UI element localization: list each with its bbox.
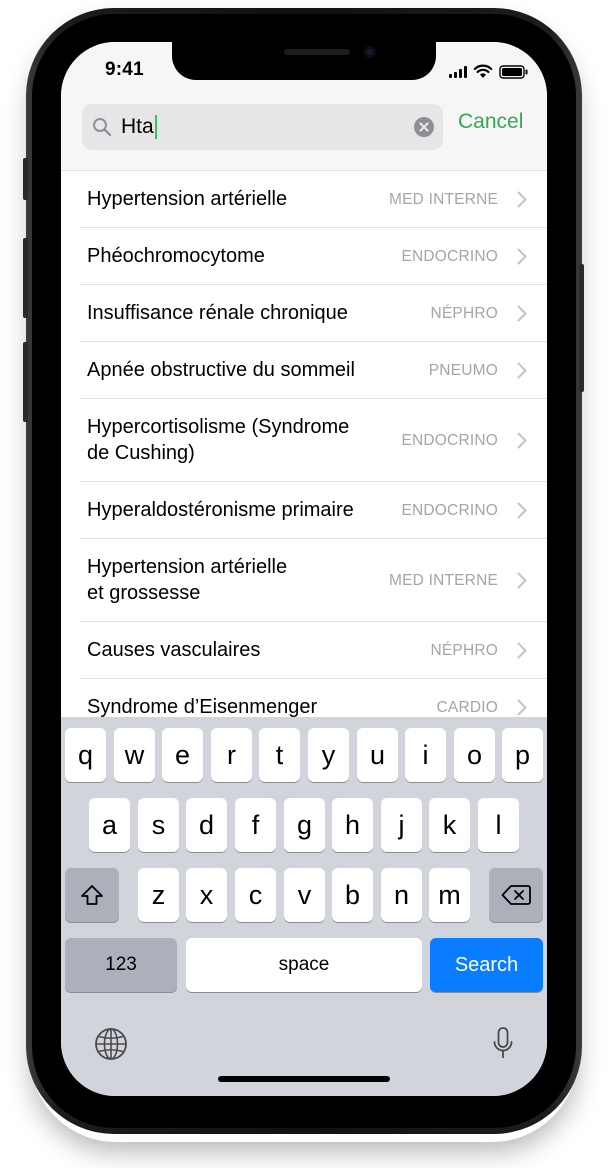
result-title: Hypercortisolisme (Syndrome [87, 416, 350, 438]
key-d[interactable]: d [186, 798, 227, 852]
battery-icon [499, 64, 528, 79]
results-list: Hypertension artérielle MED INTERNE Phéo… [61, 171, 547, 735]
search-input[interactable]: Hta [82, 104, 443, 150]
screen: 9:41 Hta Cancel Hypertension artérielle … [61, 42, 547, 1096]
key-v[interactable]: v [284, 868, 325, 922]
key-i[interactable]: i [405, 728, 446, 782]
result-category: ENDOCRINO [401, 502, 498, 519]
list-item[interactable]: Causes vasculaires NÉPHRO [80, 622, 547, 679]
chevron-right-icon [517, 305, 527, 322]
result-title: Hypertension artérielle [87, 556, 288, 578]
delete-key[interactable] [489, 868, 543, 922]
list-item[interactable]: Hypertension artérielle MED INTERNE [80, 171, 547, 228]
result-category: CARDIO [436, 699, 498, 716]
result-category: ENDOCRINO [401, 432, 498, 449]
globe-icon[interactable] [94, 1027, 128, 1061]
list-item[interactable]: Hypercortisolisme (Syndrome de Cushing) … [80, 399, 547, 482]
status-time: 9:41 [105, 59, 144, 80]
space-key[interactable]: space [186, 938, 422, 992]
search-header: Hta Cancel [61, 96, 547, 171]
key-a[interactable]: a [89, 798, 130, 852]
text-cursor [154, 115, 157, 139]
numbers-key[interactable]: 123 [65, 938, 177, 992]
side-button [579, 264, 584, 392]
signal-icon [449, 65, 467, 78]
result-title: Apnée obstructive du sommeil [87, 359, 355, 381]
volume-down-button [23, 342, 28, 422]
result-category: ENDOCRINO [401, 248, 498, 265]
microphone-icon[interactable] [492, 1026, 514, 1062]
key-m[interactable]: m [429, 868, 470, 922]
key-r[interactable]: r [211, 728, 252, 782]
notch [172, 42, 436, 80]
key-z[interactable]: z [138, 868, 179, 922]
mute-switch [23, 158, 28, 200]
list-item[interactable]: Apnée obstructive du sommeil PNEUMO [80, 342, 547, 399]
result-title-line2: de Cushing) [87, 442, 195, 464]
chevron-right-icon [517, 642, 527, 659]
key-f[interactable]: f [235, 798, 276, 852]
result-category: NÉPHRO [430, 642, 498, 659]
chevron-right-icon [517, 432, 527, 449]
chevron-right-icon [517, 502, 527, 519]
clear-icon[interactable] [414, 117, 434, 137]
key-g[interactable]: g [284, 798, 325, 852]
delete-icon [501, 885, 531, 905]
keyboard: q w e r t y u i o p a s d f g h j k l z … [61, 717, 547, 1096]
key-k[interactable]: k [429, 798, 470, 852]
chevron-right-icon [517, 248, 527, 265]
key-c[interactable]: c [235, 868, 276, 922]
key-x[interactable]: x [186, 868, 227, 922]
list-item[interactable]: Hyperaldostéronisme primaire ENDOCRINO [80, 482, 547, 539]
list-item[interactable]: Insuffisance rénale chronique NÉPHRO [80, 285, 547, 342]
key-n[interactable]: n [381, 868, 422, 922]
chevron-right-icon [517, 362, 527, 379]
cancel-button[interactable]: Cancel [458, 110, 523, 134]
key-h[interactable]: h [332, 798, 373, 852]
key-b[interactable]: b [332, 868, 373, 922]
key-s[interactable]: s [138, 798, 179, 852]
key-t[interactable]: t [259, 728, 300, 782]
list-item[interactable]: Hypertension artérielle et grossesse MED… [80, 539, 547, 622]
search-value: Hta [121, 115, 154, 138]
chevron-right-icon [517, 699, 527, 716]
key-j[interactable]: j [381, 798, 422, 852]
key-q[interactable]: q [65, 728, 106, 782]
key-o[interactable]: o [454, 728, 495, 782]
search-icon [93, 118, 112, 137]
wifi-icon [473, 64, 493, 78]
result-category: MED INTERNE [389, 191, 498, 208]
volume-up-button [23, 238, 28, 318]
result-category: PNEUMO [428, 362, 498, 379]
result-title: Hyperaldostéronisme primaire [87, 499, 354, 521]
key-u[interactable]: u [357, 728, 398, 782]
key-e[interactable]: e [162, 728, 203, 782]
key-p[interactable]: p [502, 728, 543, 782]
home-indicator[interactable] [218, 1076, 390, 1082]
chevron-right-icon [517, 191, 527, 208]
list-item[interactable]: Phéochromocytome ENDOCRINO [80, 228, 547, 285]
search-key[interactable]: Search [430, 938, 543, 992]
result-title: Causes vasculaires [87, 639, 261, 661]
result-category: NÉPHRO [430, 305, 498, 322]
shift-key[interactable] [65, 868, 119, 922]
result-category: MED INTERNE [389, 572, 498, 589]
result-title: Hypertension artérielle [87, 188, 288, 210]
result-title-line2: et grossesse [87, 582, 201, 604]
shift-icon [81, 885, 103, 905]
key-l[interactable]: l [478, 798, 519, 852]
result-title: Phéochromocytome [87, 245, 265, 267]
key-w[interactable]: w [114, 728, 155, 782]
key-y[interactable]: y [308, 728, 349, 782]
result-title: Insuffisance rénale chronique [87, 302, 348, 324]
chevron-right-icon [517, 572, 527, 589]
